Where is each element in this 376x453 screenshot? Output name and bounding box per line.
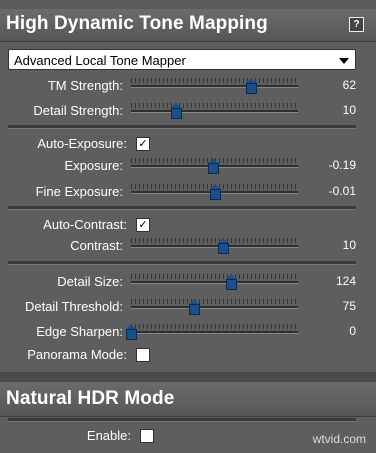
slider-thumb[interactable]	[226, 274, 238, 290]
slider-track[interactable]	[131, 281, 298, 284]
tone-mapper-select[interactable]: Advanced Local Tone Mapper	[8, 49, 356, 70]
slider-label: Detail Threshold:	[24, 299, 123, 314]
tone-mapper-select-value: Advanced Local Tone Mapper	[14, 53, 186, 68]
slider-label: TM Strength:	[47, 78, 123, 93]
slider-row-exposure: Exposure: -0.19	[0, 156, 376, 176]
panorama-mode-checkbox[interactable]	[136, 348, 150, 362]
slider-value: 75	[342, 299, 356, 313]
auto-contrast-row: Auto-Contrast: ✓	[0, 215, 376, 235]
slider-thumb[interactable]	[217, 238, 229, 254]
natural-hdr-title: Natural HDR Mode	[6, 388, 175, 409]
slider-label: Exposure:	[64, 158, 123, 173]
section-divider	[8, 261, 356, 265]
auto-contrast-label: Auto-Contrast:	[43, 217, 127, 232]
watermark: wtvid.com	[312, 432, 366, 446]
slider-row-detail-size: Detail Size: 124	[0, 272, 376, 292]
section-divider	[8, 206, 356, 210]
tone-mapping-title: High Dynamic Tone Mapping	[6, 13, 268, 34]
slider-label: Fine Exposure:	[35, 184, 123, 199]
slider-row-contrast: Contrast: 10	[0, 236, 376, 256]
enable-label: Enable:	[86, 428, 131, 443]
slider-track[interactable]	[131, 306, 298, 309]
slider-label: Detail Strength:	[33, 103, 123, 118]
slider-value: 10	[342, 103, 356, 117]
help-icon[interactable]: ?	[349, 17, 364, 32]
slider-ticks	[131, 274, 298, 279]
slider-track[interactable]	[131, 245, 298, 248]
slider-track[interactable]	[131, 331, 298, 334]
slider-thumb[interactable]	[209, 184, 221, 200]
slider-ticks	[131, 103, 298, 108]
slider-ticks	[131, 78, 298, 83]
slider-thumb[interactable]	[207, 158, 219, 174]
slider-track[interactable]	[131, 85, 298, 88]
slider-track[interactable]	[131, 110, 298, 113]
slider-row-fine-exposure: Fine Exposure: -0.01	[0, 182, 376, 202]
slider-ticks	[131, 299, 298, 304]
slider-value: 124	[335, 274, 356, 288]
slider-value: -0.01	[328, 184, 356, 198]
section-divider	[8, 418, 356, 422]
slider-label: Contrast:	[70, 238, 123, 253]
panorama-mode-label: Panorama Mode:	[27, 347, 127, 362]
slider-value: -0.19	[328, 158, 356, 172]
auto-contrast-checkbox[interactable]: ✓	[136, 218, 150, 232]
slider-row-detail-strength: Detail Strength: 10	[0, 101, 376, 121]
slider-thumb[interactable]	[171, 103, 183, 119]
enable-checkbox[interactable]	[140, 429, 154, 443]
tone-mapping-header: High Dynamic Tone Mapping ?	[0, 9, 376, 42]
slider-thumb[interactable]	[126, 324, 137, 340]
slider-thumb[interactable]	[246, 78, 258, 94]
slider-row-edge-sharpen: Edge Sharpen: 0	[0, 322, 376, 342]
panorama-mode-row: Panorama Mode:	[0, 345, 376, 365]
slider-label: Edge Sharpen:	[36, 324, 123, 339]
slider-row-tm-strength: TM Strength: 62	[0, 76, 376, 96]
slider-thumb[interactable]	[189, 299, 201, 315]
chevron-down-icon	[339, 58, 349, 64]
slider-ticks	[131, 324, 298, 329]
slider-value: 10	[342, 238, 356, 252]
slider-row-detail-threshold: Detail Threshold: 75	[0, 297, 376, 317]
section-divider	[8, 125, 356, 129]
slider-value: 0	[349, 324, 356, 338]
slider-label: Detail Size:	[57, 274, 123, 289]
natural-hdr-header: Natural HDR Mode	[0, 382, 376, 417]
slider-ticks	[131, 238, 298, 243]
slider-value: 62	[342, 78, 356, 92]
auto-exposure-row: Auto-Exposure: ✓	[0, 134, 376, 154]
auto-exposure-checkbox[interactable]: ✓	[136, 137, 150, 151]
auto-exposure-label: Auto-Exposure:	[37, 136, 127, 151]
panel-gap	[0, 372, 376, 382]
